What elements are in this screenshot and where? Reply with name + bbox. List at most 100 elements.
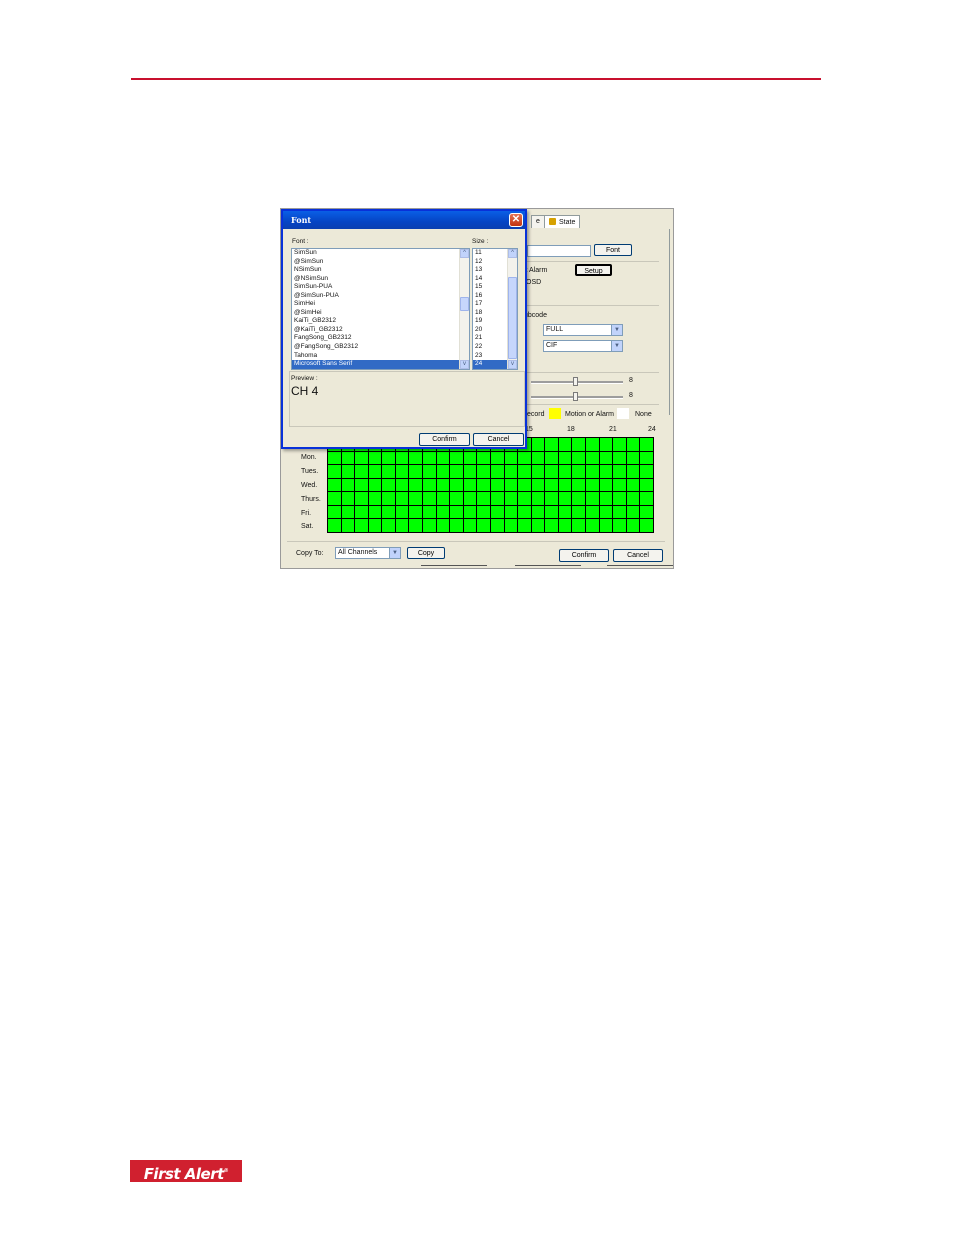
schedule-cell[interactable] [586,451,599,465]
schedule-cell[interactable] [450,465,463,478]
schedule-cell[interactable] [490,451,504,465]
schedule-cell[interactable] [572,519,586,532]
font-list-item[interactable]: Tahoma [292,352,459,361]
schedule-cell[interactable] [355,451,368,465]
schedule-cell[interactable] [355,492,368,505]
schedule-cell[interactable] [572,465,586,478]
schedule-cell[interactable] [423,505,436,519]
schedule-cell[interactable] [640,451,653,465]
schedule-cell[interactable] [599,505,613,519]
schedule-cell[interactable] [409,505,423,519]
size-list-item[interactable]: 20 [473,326,507,335]
schedule-cell[interactable] [341,478,355,492]
schedule-cell[interactable] [599,492,613,505]
size-list-item[interactable]: 19 [473,317,507,326]
schedule-cell[interactable] [436,492,450,505]
size-list-item[interactable]: 23 [473,352,507,361]
schedule-cell[interactable] [477,519,490,532]
schedule-cell[interactable] [436,478,450,492]
chevron-down-icon[interactable]: ▼ [611,325,622,335]
schedule-cell[interactable] [640,505,653,519]
font-list-scrollbar[interactable]: ^ v [459,249,469,369]
schedule-cell[interactable] [518,478,531,492]
schedule-cell[interactable] [531,478,545,492]
schedule-cell[interactable] [355,505,368,519]
schedule-cell[interactable] [450,519,463,532]
schedule-cell[interactable] [382,505,395,519]
size-list-scrollbar[interactable]: ^ v [507,249,517,369]
schedule-cell[interactable] [463,465,477,478]
schedule-cell[interactable] [409,478,423,492]
schedule-cell[interactable] [341,492,355,505]
tab-state[interactable]: State [544,215,580,228]
schedule-cell[interactable] [368,451,382,465]
font-list[interactable]: SimSun @SimSun NSimSun @NSimSun SimSun-PUA @S… [291,248,470,370]
schedule-cell[interactable] [328,505,341,519]
osd-name-input[interactable] [527,245,591,257]
schedule-cell[interactable] [640,478,653,492]
schedule-cell[interactable] [599,519,613,532]
schedule-cell[interactable] [490,505,504,519]
schedule-cell[interactable] [382,492,395,505]
confirm-button[interactable]: Confirm [559,549,609,562]
schedule-cell[interactable] [558,519,572,532]
schedule-cell[interactable] [490,492,504,505]
schedule-cell[interactable] [463,451,477,465]
schedule-cell[interactable] [586,478,599,492]
resolution-combo[interactable]: FULL ▼ [543,324,623,336]
schedule-cell[interactable] [504,492,518,505]
schedule-cell[interactable] [341,451,355,465]
schedule-cell[interactable] [586,492,599,505]
schedule-cell[interactable] [423,478,436,492]
schedule-cell[interactable] [423,451,436,465]
schedule-cell[interactable] [436,465,450,478]
font-list-item[interactable]: @SimSun [292,258,459,267]
schedule-cell[interactable] [355,478,368,492]
schedule-cell[interactable] [368,478,382,492]
chevron-down-icon[interactable]: ▼ [389,548,400,558]
schedule-cell[interactable] [328,492,341,505]
schedule-cell[interactable] [626,465,640,478]
size-list-item[interactable]: 15 [473,283,507,292]
scroll-up-icon[interactable]: ^ [460,249,469,258]
schedule-cell[interactable] [490,465,504,478]
schedule-cell[interactable] [572,478,586,492]
schedule-cell[interactable] [599,465,613,478]
schedule-cell[interactable] [368,492,382,505]
schedule-cell[interactable] [463,505,477,519]
schedule-cell[interactable] [477,465,490,478]
schedule-cell[interactable] [572,451,586,465]
schedule-cell[interactable] [504,519,518,532]
schedule-cell[interactable] [450,451,463,465]
schedule-cell[interactable] [586,519,599,532]
size-list-item[interactable]: 16 [473,292,507,301]
font-list-item[interactable]: @NSimSun [292,275,459,284]
schedule-cell[interactable] [368,465,382,478]
schedule-cell[interactable] [626,451,640,465]
font-list-item[interactable]: SimSun [292,249,459,258]
schedule-cell[interactable] [518,465,531,478]
tab-partial[interactable]: e [531,215,545,228]
schedule-cell[interactable] [382,451,395,465]
font-dialog-cancel-button[interactable]: Cancel [473,433,524,446]
schedule-cell[interactable] [599,451,613,465]
schedule-cell[interactable] [490,478,504,492]
schedule-cell[interactable] [436,451,450,465]
font-list-item[interactable]: SimSun-PUA [292,283,459,292]
schedule-cell[interactable] [409,465,423,478]
schedule-cell[interactable] [626,519,640,532]
schedule-cell[interactable] [545,519,558,532]
schedule-cell[interactable] [504,505,518,519]
schedule-cell[interactable] [436,519,450,532]
schedule-cell[interactable] [463,519,477,532]
schedule-cell[interactable] [599,438,613,451]
font-dialog-titlebar[interactable]: Font ✕ [283,211,525,229]
schedule-cell[interactable] [572,438,586,451]
schedule-cell[interactable] [409,492,423,505]
cancel-button[interactable]: Cancel [613,549,663,562]
schedule-cell[interactable] [613,451,626,465]
schedule-cell[interactable] [558,451,572,465]
schedule-cell[interactable] [531,438,545,451]
font-list-item[interactable]: KaiTi_GB2312 [292,317,459,326]
schedule-cell[interactable] [558,465,572,478]
